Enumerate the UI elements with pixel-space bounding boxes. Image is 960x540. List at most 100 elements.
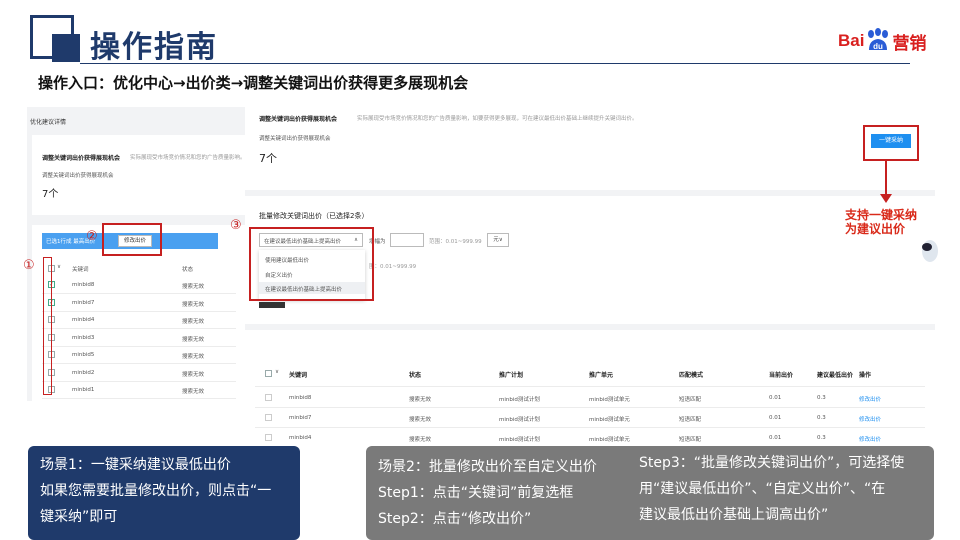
- scene1-line3: 键采纳”即可: [40, 509, 118, 525]
- right-col-header: 推广计划: [499, 372, 524, 379]
- logo-text-bai: Bai: [838, 31, 865, 50]
- row-keyword: minbid7: [72, 299, 95, 306]
- right-card-desc: 实际展现受市场竞价情况和您的广告质量影响，如要获得更多展现，可在建议最低出价基础…: [357, 116, 638, 122]
- header-divider: [80, 63, 910, 64]
- scene1-line1: 场景1：一键采纳建议最低出价: [40, 457, 231, 473]
- row-status: 搜索无效: [182, 319, 205, 325]
- row-keyword: minbid5: [72, 352, 95, 358]
- row-keyword: minbid4: [72, 317, 95, 323]
- scene1-line2: 如果您需要批量修改出价，则点击“一: [40, 483, 272, 499]
- row-divider: [42, 345, 236, 347]
- modify-bid-link[interactable]: 修改出价: [859, 435, 881, 442]
- right-cell-plan: minbid测试计划: [499, 417, 540, 423]
- batch-edit-title: 批量修改关键词出价（已选择2条）: [259, 212, 369, 220]
- right-table-card: ∨ 关键词 状态 推广计划 推广单元 匹配模式 当前出价 建议最低出价 操作 minbid8 搜索…: [245, 330, 935, 442]
- unit-select[interactable]: 元∨: [487, 233, 509, 247]
- row-divider: [42, 363, 236, 364]
- side-note: 支持一键采纳 为建议出价: [845, 208, 917, 236]
- row-keyword: minbid3: [72, 334, 95, 341]
- right-col-header: 当前出价: [769, 372, 794, 379]
- right-cell-current: 0.01: [769, 435, 782, 441]
- right-select-all-checkbox[interactable]: [265, 370, 272, 377]
- logo-text-du: du: [874, 42, 884, 51]
- row-divider: [42, 328, 236, 329]
- row-divider: [255, 427, 925, 428]
- right-cell-keyword: minbid7: [289, 415, 312, 421]
- left-heading: 优化建议详情: [30, 119, 67, 126]
- right-cell-plan: minbid测试计划: [499, 397, 540, 403]
- right-col-header: 操作: [859, 372, 872, 379]
- right-cell-unit: minbid测试单元: [589, 397, 630, 403]
- modify-bid-link[interactable]: 修改出价: [859, 415, 881, 423]
- right-cell-unit: minbid测试单元: [589, 417, 630, 423]
- right-col-header: 匹配模式: [679, 372, 704, 379]
- chevron-down-icon[interactable]: ∨: [57, 264, 61, 270]
- marker-2: ②: [86, 229, 98, 244]
- left-count-value: 7个: [42, 189, 59, 200]
- scene3-line3: 建议最低出价基础上调高出价”: [639, 507, 829, 523]
- scene3-line1: Step3：“批量修改关键词出价”，可选择使: [639, 455, 905, 471]
- right-col-header: 建议最低出价: [817, 372, 854, 379]
- right-row-checkbox[interactable]: [265, 414, 272, 421]
- row-divider: [42, 380, 236, 382]
- right-cell-status: 搜索无效: [409, 437, 432, 442]
- scene2-line3: Step2：点击“修改出价”: [378, 511, 532, 527]
- highlight-box-2: [102, 223, 162, 256]
- amount-input[interactable]: [390, 233, 424, 247]
- highlight-box-1: [43, 257, 52, 395]
- range-hint-2: 围：0.01~999.99: [369, 264, 417, 270]
- header-square-filled: [52, 34, 80, 62]
- row-divider: [255, 407, 925, 408]
- right-cell-suggest: 0.3: [817, 395, 826, 401]
- scene2-line1: 场景2：批量修改出价至自定义出价: [378, 459, 597, 475]
- chevron-down-icon[interactable]: ∨: [275, 369, 279, 375]
- row-divider: [42, 310, 236, 312]
- right-cell-suggest: 0.3: [817, 435, 826, 441]
- range-hint: 范围：0.01~999.99: [429, 239, 482, 245]
- modify-bid-link[interactable]: 修改出价: [859, 395, 881, 403]
- row-status: 搜索无效: [182, 354, 205, 360]
- row-status: 搜索无效: [182, 389, 205, 395]
- right-count-label: 调整关键词出价获得展现机会: [259, 136, 331, 142]
- col-header-keyword[interactable]: 关键词: [72, 265, 89, 273]
- row-divider: [42, 398, 236, 399]
- scene3-col: Step3：“批量修改关键词出价”，可选择使 用“建议最低出价”、“自定义出价”…: [639, 450, 904, 528]
- hidden-button-edge: [259, 302, 285, 308]
- right-cell-status: 搜索无效: [409, 397, 432, 403]
- marker-3: ③: [230, 218, 242, 233]
- row-status: 搜索无效: [182, 336, 205, 343]
- highlight-box-accept: [863, 125, 919, 161]
- right-row-checkbox[interactable]: [265, 434, 272, 441]
- paw-icon: du: [865, 28, 891, 54]
- right-cell-current: 0.01: [769, 395, 782, 401]
- baidu-logo: Bai du 营销: [838, 24, 938, 58]
- right-cell-match: 短语匹配: [679, 397, 702, 403]
- right-cell-plan: minbid测试计划: [499, 437, 540, 442]
- row-keyword: minbid1: [72, 387, 95, 393]
- right-col-header: 关键词: [289, 372, 308, 379]
- scene1-box: 场景1：一键采纳建议最低出价 如果您需要批量修改出价，则点击“一 键采纳”即可: [28, 446, 300, 540]
- right-cell-keyword: minbid8: [289, 395, 312, 401]
- left-card-title: 调整关键词出价获得展现机会: [42, 155, 121, 162]
- side-note-line1: 支持一键采纳: [845, 208, 918, 222]
- highlight-box-3: [249, 227, 374, 301]
- logo-text-yingxiao: 营销: [892, 33, 927, 54]
- mascot-icon: [922, 240, 938, 262]
- right-col-header: 状态: [409, 372, 422, 379]
- left-summary-card: 调整关键词出价获得展现机会 实际展现受市场竞价情况和您的广告质量影响。跟 调整关…: [32, 135, 249, 215]
- left-count-label: 调整关键词出价获得展现机会: [42, 173, 114, 179]
- right-cell-suggest: 0.3: [817, 415, 826, 421]
- right-row-checkbox[interactable]: [265, 394, 272, 401]
- right-col-header: 推广单元: [589, 372, 614, 379]
- row-keyword: minbid8: [72, 282, 95, 288]
- scene2-line2: Step1：点击“关键词”前复选框: [378, 485, 574, 501]
- row-status: 搜索无效: [182, 284, 205, 290]
- right-cell-match: 短语匹配: [679, 417, 702, 423]
- row-status: 搜索无效: [182, 371, 205, 378]
- row-keyword: minbid2: [72, 369, 95, 376]
- row-status: 搜索无效: [182, 301, 205, 308]
- arrow-down-icon: [880, 160, 892, 203]
- right-cell-status: 搜索无效: [409, 417, 432, 423]
- right-summary-card: 调整关键词出价获得展现机会 实际展现受市场竞价情况和您的广告质量影响，如要获得更…: [245, 104, 935, 190]
- scene2-col: 场景2：批量修改出价至自定义出价 Step1：点击“关键词”前复选框 Step2…: [378, 454, 597, 532]
